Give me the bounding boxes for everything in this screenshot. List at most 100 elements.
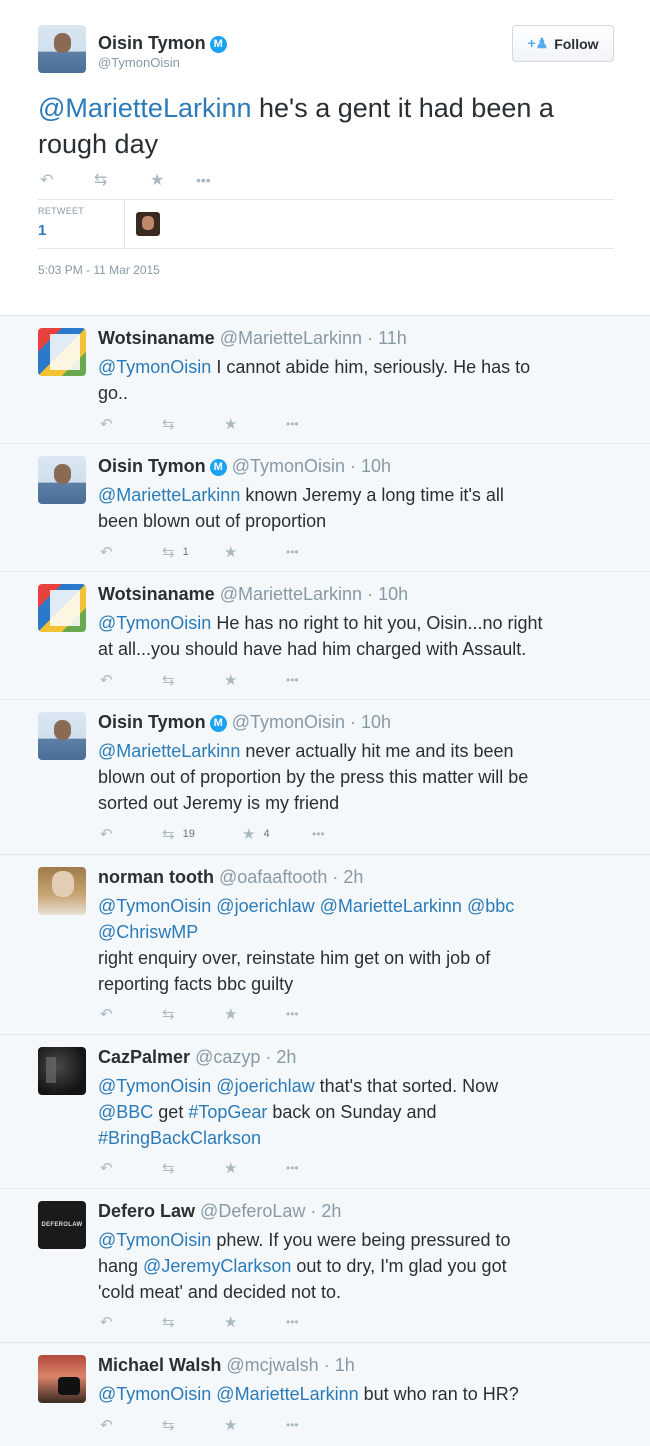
reply-icon[interactable]: ↶ (100, 1159, 162, 1177)
reply-item[interactable]: Oisin Tymon M @TymonOisin · 10h @Mariette… (0, 443, 650, 571)
reply-avatar[interactable] (38, 584, 86, 632)
mention-link[interactable]: @JeremyClarkson (143, 1256, 291, 1276)
reply-icon[interactable]: ↶ (100, 1416, 162, 1434)
reply-avatar[interactable] (38, 867, 86, 915)
more-icon[interactable]: ••• (286, 1315, 348, 1329)
reply-time[interactable]: · 2h (332, 867, 363, 887)
mention-link[interactable]: @MarietteLarkinn (38, 93, 252, 123)
reply-item[interactable]: norman tooth @oafaaftooth · 2h @TymonOis… (0, 854, 650, 1034)
tweet-timestamp[interactable]: 5:03 PM - 11 Mar 2015 (38, 263, 160, 277)
reply-handle[interactable]: @cazyp (195, 1047, 260, 1067)
reply-item[interactable]: Wotsinaname @MarietteLarkinn · 10h @Tymo… (0, 571, 650, 699)
retweet-icon[interactable]: ⇆ (162, 1159, 224, 1177)
retweet-icon[interactable]: ⇆ (94, 170, 150, 190)
star-icon[interactable]: ★ (150, 170, 196, 190)
mention-link[interactable]: @TymonOisin (98, 613, 211, 633)
mention-link[interactable]: @TymonOisin (98, 1230, 211, 1250)
reply-item[interactable]: Oisin Tymon M @TymonOisin · 10h @Mariette… (0, 699, 650, 854)
retweet-icon[interactable]: ⇆ (162, 1416, 224, 1434)
author-avatar[interactable] (38, 25, 86, 73)
star-icon[interactable]: ★ (224, 1313, 286, 1331)
mention-link[interactable]: @ChriswMP (98, 922, 198, 942)
reply-icon[interactable]: ↶ (100, 415, 162, 433)
reply-header: CazPalmer @cazyp · 2h (98, 1047, 296, 1068)
reply-handle[interactable]: @oafaaftooth (219, 867, 327, 887)
reply-author[interactable]: CazPalmer (98, 1047, 190, 1067)
retweet-icon[interactable]: ⇆ 1 (162, 543, 224, 561)
retweet-icon[interactable]: ⇆ (162, 671, 224, 689)
reply-handle[interactable]: @mcjwalsh (226, 1355, 318, 1375)
reply-author[interactable]: Defero Law (98, 1201, 195, 1221)
reply-author[interactable]: Wotsinaname (98, 328, 215, 348)
reply-author[interactable]: Oisin Tymon (98, 456, 206, 476)
reply-time[interactable]: · 10h (350, 712, 391, 732)
reply-avatar[interactable] (38, 456, 86, 504)
reply-item[interactable]: Michael Walsh @mcjwalsh · 1h @TymonOisin… (0, 1342, 650, 1446)
mention-link[interactable]: @MarietteLarkinn (98, 741, 240, 761)
hashtag-link[interactable]: #BringBackClarkson (98, 1128, 261, 1148)
more-icon[interactable]: ••• (286, 1007, 348, 1021)
reply-icon[interactable]: ↶ (100, 825, 162, 843)
retweeter-avatar[interactable] (136, 212, 160, 236)
mention-link[interactable]: @TymonOisin @joerichlaw @MarietteLarkinn… (98, 896, 514, 916)
mention-link[interactable]: @TymonOisin @MarietteLarkinn (98, 1384, 359, 1404)
reply-handle[interactable]: @DeferoLaw (200, 1201, 305, 1221)
star-icon[interactable]: ★ (224, 543, 286, 561)
more-icon[interactable]: ••• (286, 1418, 348, 1432)
more-icon[interactable]: ••• (286, 417, 348, 431)
author-handle[interactable]: @TymonOisin (98, 55, 227, 70)
reply-author[interactable]: Wotsinaname (98, 584, 215, 604)
reply-icon[interactable]: ↶ (100, 671, 162, 689)
more-icon[interactable]: ••• (286, 545, 348, 559)
reply-icon[interactable]: ↶ (40, 170, 94, 190)
star-icon[interactable]: ★ (224, 1416, 286, 1434)
more-icon[interactable]: ••• (312, 827, 374, 841)
more-icon[interactable]: ••• (286, 1161, 348, 1175)
reply-time[interactable]: · 10h (367, 584, 408, 604)
retweet-icon[interactable]: ⇆ (162, 1313, 224, 1331)
reply-time[interactable]: · 2h (310, 1201, 341, 1221)
reply-author[interactable]: Michael Walsh (98, 1355, 221, 1375)
retweet-count[interactable]: 1 (38, 222, 46, 239)
reply-avatar[interactable] (38, 328, 86, 376)
reply-icon[interactable]: ↶ (100, 1313, 162, 1331)
hashtag-link[interactable]: #TopGear (188, 1102, 267, 1122)
reply-text: @TymonOisin I cannot abide him, seriousl… (98, 354, 618, 406)
reply-item[interactable]: DEFEROLAW Defero Law @DeferoLaw · 2h @Ty… (0, 1188, 650, 1342)
reply-time[interactable]: · 2h (265, 1047, 296, 1067)
retweet-icon[interactable]: ⇆ 19 (162, 825, 242, 843)
reply-handle[interactable]: @TymonOisin (232, 712, 345, 732)
retweet-icon[interactable]: ⇆ (162, 1005, 224, 1023)
reply-handle[interactable]: @MarietteLarkinn (220, 584, 362, 604)
reply-icon[interactable]: ↶ (100, 1005, 162, 1023)
reply-item[interactable]: Wotsinaname @MarietteLarkinn · 11h @Tymo… (0, 315, 650, 443)
reply-handle[interactable]: @MarietteLarkinn (220, 328, 362, 348)
reply-avatar[interactable] (38, 1355, 86, 1403)
reply-avatar[interactable] (38, 1047, 86, 1095)
star-icon[interactable]: ★ (224, 1159, 286, 1177)
star-icon[interactable]: ★ (224, 671, 286, 689)
more-icon[interactable]: ••• (286, 673, 348, 687)
reply-avatar[interactable]: DEFEROLAW (38, 1201, 86, 1249)
mention-link[interactable]: @TymonOisin (98, 357, 211, 377)
mention-link[interactable]: @MarietteLarkinn (98, 485, 240, 505)
author-name[interactable]: Oisin Tymon (98, 33, 206, 53)
star-icon[interactable]: ★ (224, 1005, 286, 1023)
reply-author[interactable]: norman tooth (98, 867, 214, 887)
reply-item[interactable]: CazPalmer @cazyp · 2h @TymonOisin @joeri… (0, 1034, 650, 1188)
reply-author[interactable]: Oisin Tymon (98, 712, 206, 732)
reply-avatar[interactable] (38, 712, 86, 760)
follow-button[interactable]: +♟ Follow (512, 25, 614, 62)
more-icon[interactable]: ••• (196, 172, 211, 188)
reply-body: blown out of proportion by the press thi… (98, 767, 529, 787)
star-icon[interactable]: ★ (224, 415, 286, 433)
reply-time[interactable]: · 11h (367, 328, 407, 348)
reply-handle[interactable]: @TymonOisin (232, 456, 345, 476)
mention-link[interactable]: @TymonOisin @joerichlaw (98, 1076, 315, 1096)
reply-icon[interactable]: ↶ (100, 543, 162, 561)
reply-time[interactable]: · 10h (350, 456, 391, 476)
mention-link[interactable]: @BBC (98, 1102, 153, 1122)
retweet-icon[interactable]: ⇆ (162, 415, 224, 433)
reply-time[interactable]: · 1h (324, 1355, 355, 1375)
star-icon[interactable]: ★ 4 (242, 825, 312, 843)
